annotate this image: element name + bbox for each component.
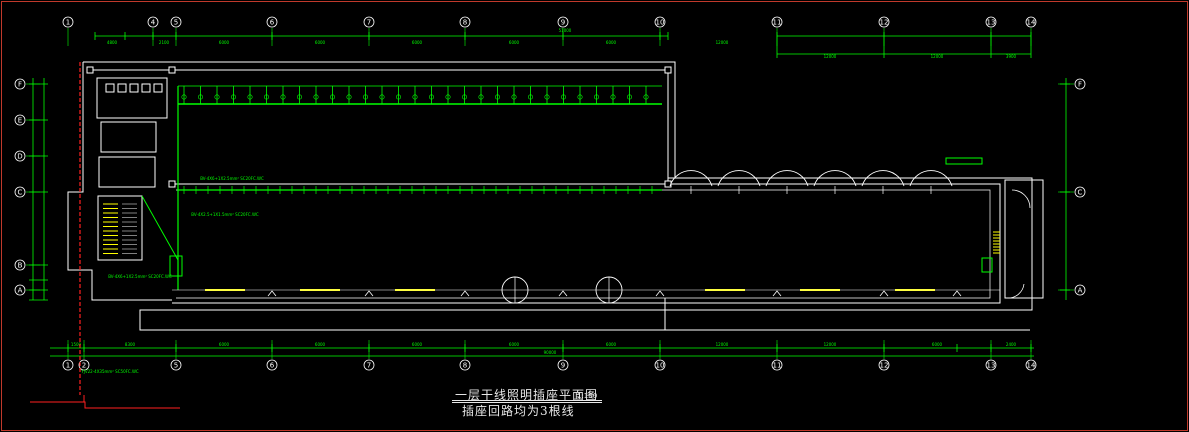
axis-top-1-label: 1 — [66, 19, 70, 27]
axis-left-C-label: C — [18, 189, 23, 197]
distribution-panel-left — [169, 255, 183, 277]
axis-top-14-label: 14 — [1027, 19, 1036, 27]
socket-2 — [460, 290, 470, 297]
dimension-text-bottom-6: 6000 — [606, 342, 617, 347]
axis-top-6-label: 6 — [270, 19, 275, 27]
distribution-panel-top — [945, 157, 983, 165]
title-underline — [452, 400, 602, 401]
dimension-text-top-5: 6000 — [509, 40, 520, 45]
dimension-text-top-7: 12000 — [716, 40, 729, 45]
dimension-text-bottom-2: 6000 — [219, 342, 230, 347]
socket-1 — [364, 290, 374, 297]
annotation-feeder-mid: BV-4X2.5+1X1.5mm² SC20FC.WC — [191, 212, 259, 217]
floor-plan-drawing: 1 4 5 6 7 8 9 10 11 12 13 144800 2100 6000 6000 6000 600… — [14, 16, 1086, 409]
axis-bottom-8-label: 8 — [463, 362, 467, 370]
axis-top-10-label: 10 — [656, 19, 665, 27]
dimension-text-top-1: 2100 — [159, 40, 170, 45]
dimension-text-bottom-9: 6000 — [932, 342, 943, 347]
axis-right-A-label: A — [1078, 287, 1083, 295]
wall-corridor-outer — [139, 177, 1033, 331]
socket-6 — [879, 290, 889, 297]
axis-top-9-label: 9 — [561, 19, 565, 27]
socket-5 — [772, 290, 782, 297]
dimension-text-top-2: 6000 — [219, 40, 230, 45]
wall-left-core — [67, 62, 172, 301]
socket-7 — [952, 290, 962, 297]
toilet-stall-2 — [129, 83, 139, 93]
dimension-text-top-6: 6000 — [606, 40, 617, 45]
dimension-text-bottom-7: 12000 — [716, 342, 729, 347]
wall-upper-wing-outer — [83, 61, 676, 178]
dimension-text-bottom-1: 8300 — [125, 342, 136, 347]
column-1 — [168, 66, 176, 74]
axis-bottom-6-label: 6 — [270, 362, 275, 370]
column-4 — [664, 180, 672, 188]
door-swing-right — [1011, 189, 1031, 209]
axis-left-D-label: D — [17, 153, 22, 161]
toilet-stall-1 — [117, 83, 127, 93]
dimension-text-top-4: 6000 — [412, 40, 423, 45]
axis-bottom-7-label: 7 — [367, 362, 371, 370]
axis-top-5-label: 5 — [174, 19, 178, 27]
axis-bottom-13-label: 13 — [987, 362, 996, 370]
dimension-total-bottom: 90000 — [544, 350, 557, 355]
axis-top-7-label: 7 — [367, 19, 371, 27]
axis-bottom-5-label: 5 — [174, 362, 178, 370]
cad-drawing-canvas: 1 4 5 6 7 8 9 10 11 12 13 14 4800 2100 6000 6000 6000 600… — [0, 0, 1189, 432]
room-right-stair — [1004, 179, 1044, 299]
wall-corridor-inner-2 — [176, 189, 991, 299]
axis-left-A-label: A — [18, 287, 23, 295]
drawing-scale: 1:100 — [577, 392, 598, 400]
socket-0 — [267, 290, 277, 297]
axis-right-C-label: C — [1078, 189, 1083, 197]
wall-upper-wing-inner — [90, 69, 669, 184]
room-shaft — [98, 156, 156, 188]
annotation-feeder-left: BV-4X6+1X2.5mm² SC20FC.WC — [108, 274, 172, 279]
axis-left-F-label: F — [18, 81, 22, 89]
dimension-text-bottom-5: 6000 — [509, 342, 520, 347]
distribution-panel-right — [981, 257, 993, 273]
axis-bottom-11-label: 11 — [773, 362, 782, 370]
axis-left-B-label: B — [18, 262, 23, 270]
column-3 — [168, 180, 176, 188]
dimension-text-top-right-1: 12000 — [931, 54, 944, 59]
door-swing-right-lower — [1007, 283, 1025, 299]
dimension-text-top-0: 4800 — [107, 40, 118, 45]
feeder-incoming — [30, 401, 180, 409]
dimension-text-top-right-0: 12000 — [824, 54, 837, 59]
toilet-stall-4 — [153, 83, 163, 93]
toilet-stall-0 — [105, 83, 115, 93]
axis-bottom-12-label: 12 — [880, 362, 889, 370]
socket-3 — [558, 290, 568, 297]
dimension-text-bottom-10: 2400 — [1006, 342, 1017, 347]
dimension-text-top-3: 6000 — [315, 40, 326, 45]
dimension-total-top: 51000 — [559, 28, 572, 33]
toilet-stall-3 — [141, 83, 151, 93]
drawing-subtitle: 插座回路均为3根线 — [462, 404, 575, 418]
socket-4 — [655, 290, 665, 297]
room-utility — [100, 121, 157, 153]
column-0 — [86, 66, 94, 74]
room-stair — [97, 195, 143, 261]
axis-bottom-14-label: 14 — [1027, 362, 1036, 370]
column-2 — [664, 66, 672, 74]
dimension-text-bottom-8: 12000 — [824, 342, 837, 347]
axis-top-11-label: 11 — [773, 19, 782, 27]
axis-bottom-10-label: 10 — [656, 362, 665, 370]
axis-top-12-label: 12 — [880, 19, 889, 27]
dimension-text-bottom-4: 6000 — [412, 342, 423, 347]
axis-top-8-label: 8 — [463, 19, 467, 27]
dimension-text-bottom-3: 6000 — [315, 342, 326, 347]
axis-bottom-9-label: 9 — [561, 362, 565, 370]
axis-bottom-1-label: 1 — [66, 362, 70, 370]
annotation-feeder-top: BV-4X6+1X2.5mm² SC20FC.WC — [200, 176, 264, 181]
axis-top-4-label: 4 — [151, 19, 156, 27]
circuit-diagonal — [141, 195, 179, 261]
axis-left-E-label: E — [18, 117, 22, 125]
annotation-incoming: YJV22-4X35mm² SC50FC.WC — [80, 369, 139, 374]
axis-top-13-label: 13 — [987, 19, 996, 27]
dimension-text-top-right-2: 3900 — [1006, 54, 1017, 59]
wall-corridor-inner — [172, 183, 1001, 304]
axis-right-F-label: F — [1078, 81, 1082, 89]
